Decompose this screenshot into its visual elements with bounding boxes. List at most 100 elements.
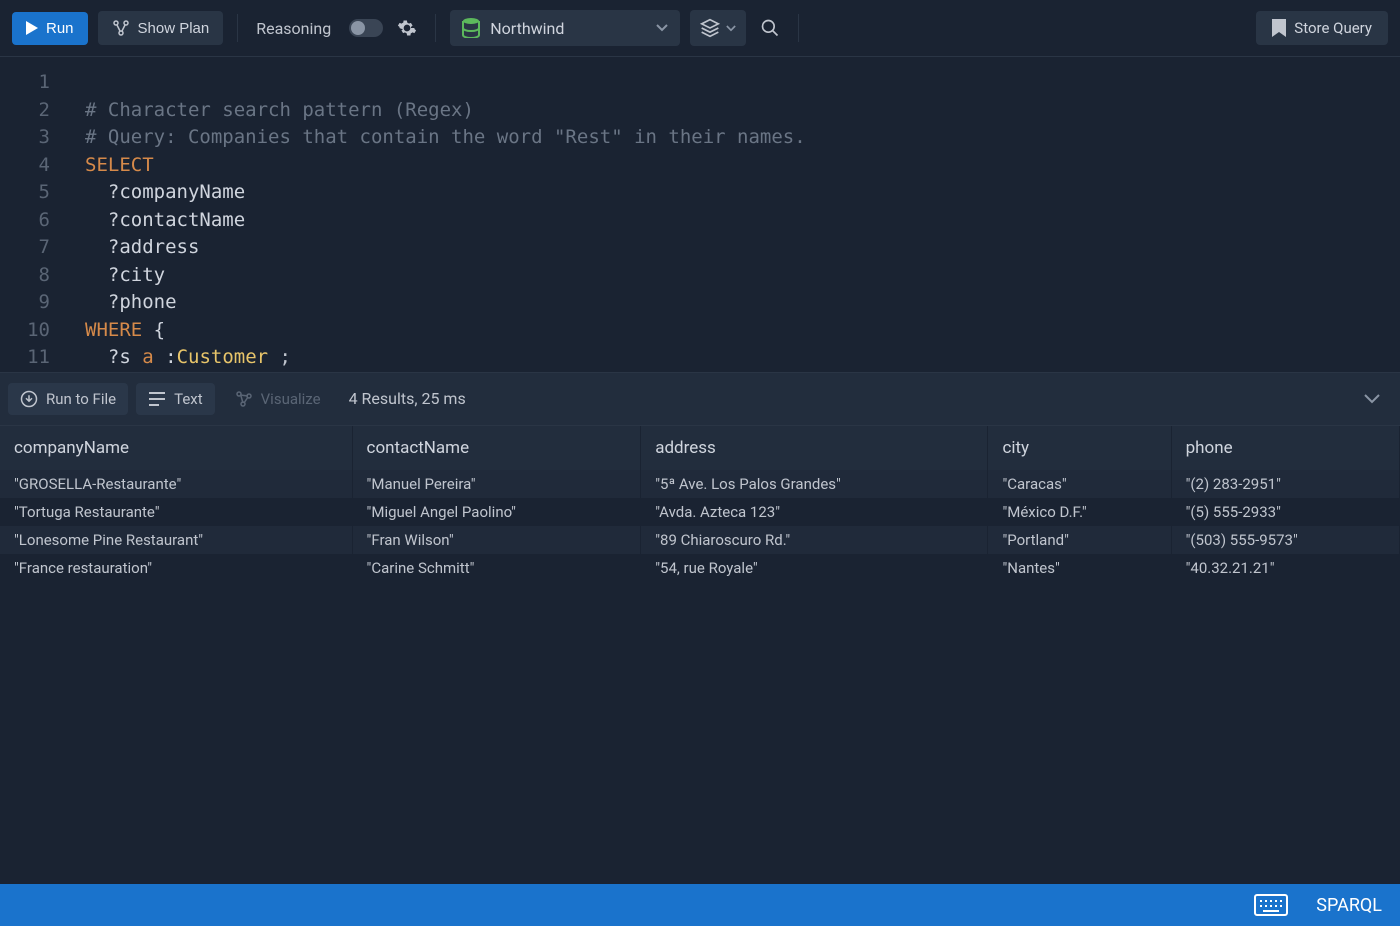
line-number: 9 [0,289,50,317]
layers-icon [700,18,720,38]
table-cell[interactable]: "54, rue Royale" [641,554,988,582]
store-query-button[interactable]: Store Query [1256,11,1388,45]
keyboard-icon [1254,894,1288,916]
table-cell[interactable]: "40.32.21.21" [1171,554,1399,582]
table-cell[interactable]: "Avda. Azteca 123" [641,498,988,526]
column-header[interactable]: companyName [0,426,352,470]
store-query-label: Store Query [1294,19,1372,37]
results-header-row: companyNamecontactNameaddresscityphone [0,426,1400,470]
table-cell[interactable]: "(503) 555-9573" [1171,526,1399,554]
table-cell[interactable]: "GROSELLA-Restaurante" [0,470,352,498]
table-cell[interactable]: "Caracas" [988,470,1171,498]
search-icon [760,18,780,38]
line-number: 1 [0,69,50,97]
results-empty-area [0,582,1400,885]
table-cell[interactable]: "5ª Ave. Los Palos Grandes" [641,470,988,498]
code-line[interactable] [85,69,1400,97]
code-line[interactable]: ?s a :Customer ; [85,344,1400,372]
text-label: Text [174,390,203,408]
line-number: 4 [0,152,50,180]
plan-icon [112,19,130,37]
table-cell[interactable]: "Carine Schmitt" [352,554,641,582]
top-toolbar: Run Show Plan Reasoning Northwind [0,0,1400,57]
reasoning-label: Reasoning [252,19,335,38]
show-plan-label: Show Plan [138,20,210,37]
visualize-button: Visualize [223,383,333,415]
table-cell[interactable]: "Nantes" [988,554,1171,582]
settings-gear-button[interactable] [393,14,421,42]
visualize-label: Visualize [261,390,321,408]
code-line[interactable]: ?contactName [85,207,1400,235]
table-cell[interactable]: "Miguel Angel Paolino" [352,498,641,526]
table-row[interactable]: "GROSELLA-Restaurante""Manuel Pereira""5… [0,470,1400,498]
divider [435,14,436,42]
gear-icon [397,18,417,38]
line-number: 3 [0,124,50,152]
table-cell[interactable]: "89 Chiaroscuro Rd." [641,526,988,554]
table-row[interactable]: "Tortuga Restaurante""Miguel Angel Paoli… [0,498,1400,526]
language-indicator[interactable]: SPARQL [1316,895,1382,916]
column-header[interactable]: contactName [352,426,641,470]
code-line[interactable]: # Character search pattern (Regex) [85,97,1400,125]
visualize-icon [235,390,253,408]
table-cell[interactable]: "Portland" [988,526,1171,554]
results-summary: 4 Results, 25 ms [341,389,466,408]
code-line[interactable]: ?city [85,262,1400,290]
code-line[interactable]: # Query: Companies that contain the word… [85,124,1400,152]
run-to-file-label: Run to File [46,390,116,408]
line-number: 6 [0,207,50,235]
results-toolbar: Run to File Text Visualize 4 Results, 25… [0,372,1400,426]
code-line[interactable]: WHERE { [85,317,1400,345]
database-icon [462,18,480,38]
divider [237,14,238,42]
keyboard-button[interactable] [1254,894,1288,916]
table-cell[interactable]: "Tortuga Restaurante" [0,498,352,526]
column-header[interactable]: phone [1171,426,1399,470]
text-view-button[interactable]: Text [136,383,215,415]
search-button[interactable] [756,14,784,42]
layers-button[interactable] [690,10,746,46]
code-line[interactable]: ?phone [85,289,1400,317]
run-button[interactable]: Run [12,12,88,45]
line-number: 10 [0,317,50,345]
chevron-down-icon [726,25,736,32]
run-to-file-button[interactable]: Run to File [8,383,128,415]
play-icon [26,21,38,35]
code-area[interactable]: # Character search pattern (Regex)# Quer… [65,69,1400,372]
code-line[interactable]: SELECT [85,152,1400,180]
run-label: Run [46,20,74,37]
column-header[interactable]: address [641,426,988,470]
database-name: Northwind [490,19,646,38]
table-cell[interactable]: "Fran Wilson" [352,526,641,554]
table-cell[interactable]: "Lonesome Pine Restaurant" [0,526,352,554]
collapse-results-button[interactable] [1364,394,1392,404]
query-editor[interactable]: 1234567891011121314151617181920 # Charac… [0,57,1400,372]
database-selector[interactable]: Northwind [450,10,680,46]
table-row[interactable]: "Lonesome Pine Restaurant""Fran Wilson""… [0,526,1400,554]
table-cell[interactable]: "(5) 555-2933" [1171,498,1399,526]
reasoning-toggle[interactable] [349,19,383,37]
status-bar: SPARQL [0,884,1400,926]
chevron-down-icon [1364,394,1380,404]
line-number: 8 [0,262,50,290]
line-number: 2 [0,97,50,125]
table-cell[interactable]: "Manuel Pereira" [352,470,641,498]
table-cell[interactable]: "France restauration" [0,554,352,582]
table-row[interactable]: "France restauration""Carine Schmitt""54… [0,554,1400,582]
bookmark-icon [1272,19,1286,37]
line-number-gutter: 1234567891011121314151617181920 [0,69,65,372]
table-cell[interactable]: "(2) 283-2951" [1171,470,1399,498]
results-table: companyNamecontactNameaddresscityphone "… [0,426,1400,582]
text-icon [148,391,166,407]
chevron-down-icon [656,24,668,32]
code-line[interactable]: ?companyName [85,179,1400,207]
divider [798,14,799,42]
line-number: 7 [0,234,50,262]
table-cell[interactable]: "México D.F." [988,498,1171,526]
code-line[interactable]: ?address [85,234,1400,262]
line-number: 11 [0,344,50,372]
line-number: 5 [0,179,50,207]
column-header[interactable]: city [988,426,1171,470]
download-icon [20,390,38,408]
show-plan-button[interactable]: Show Plan [98,11,224,45]
